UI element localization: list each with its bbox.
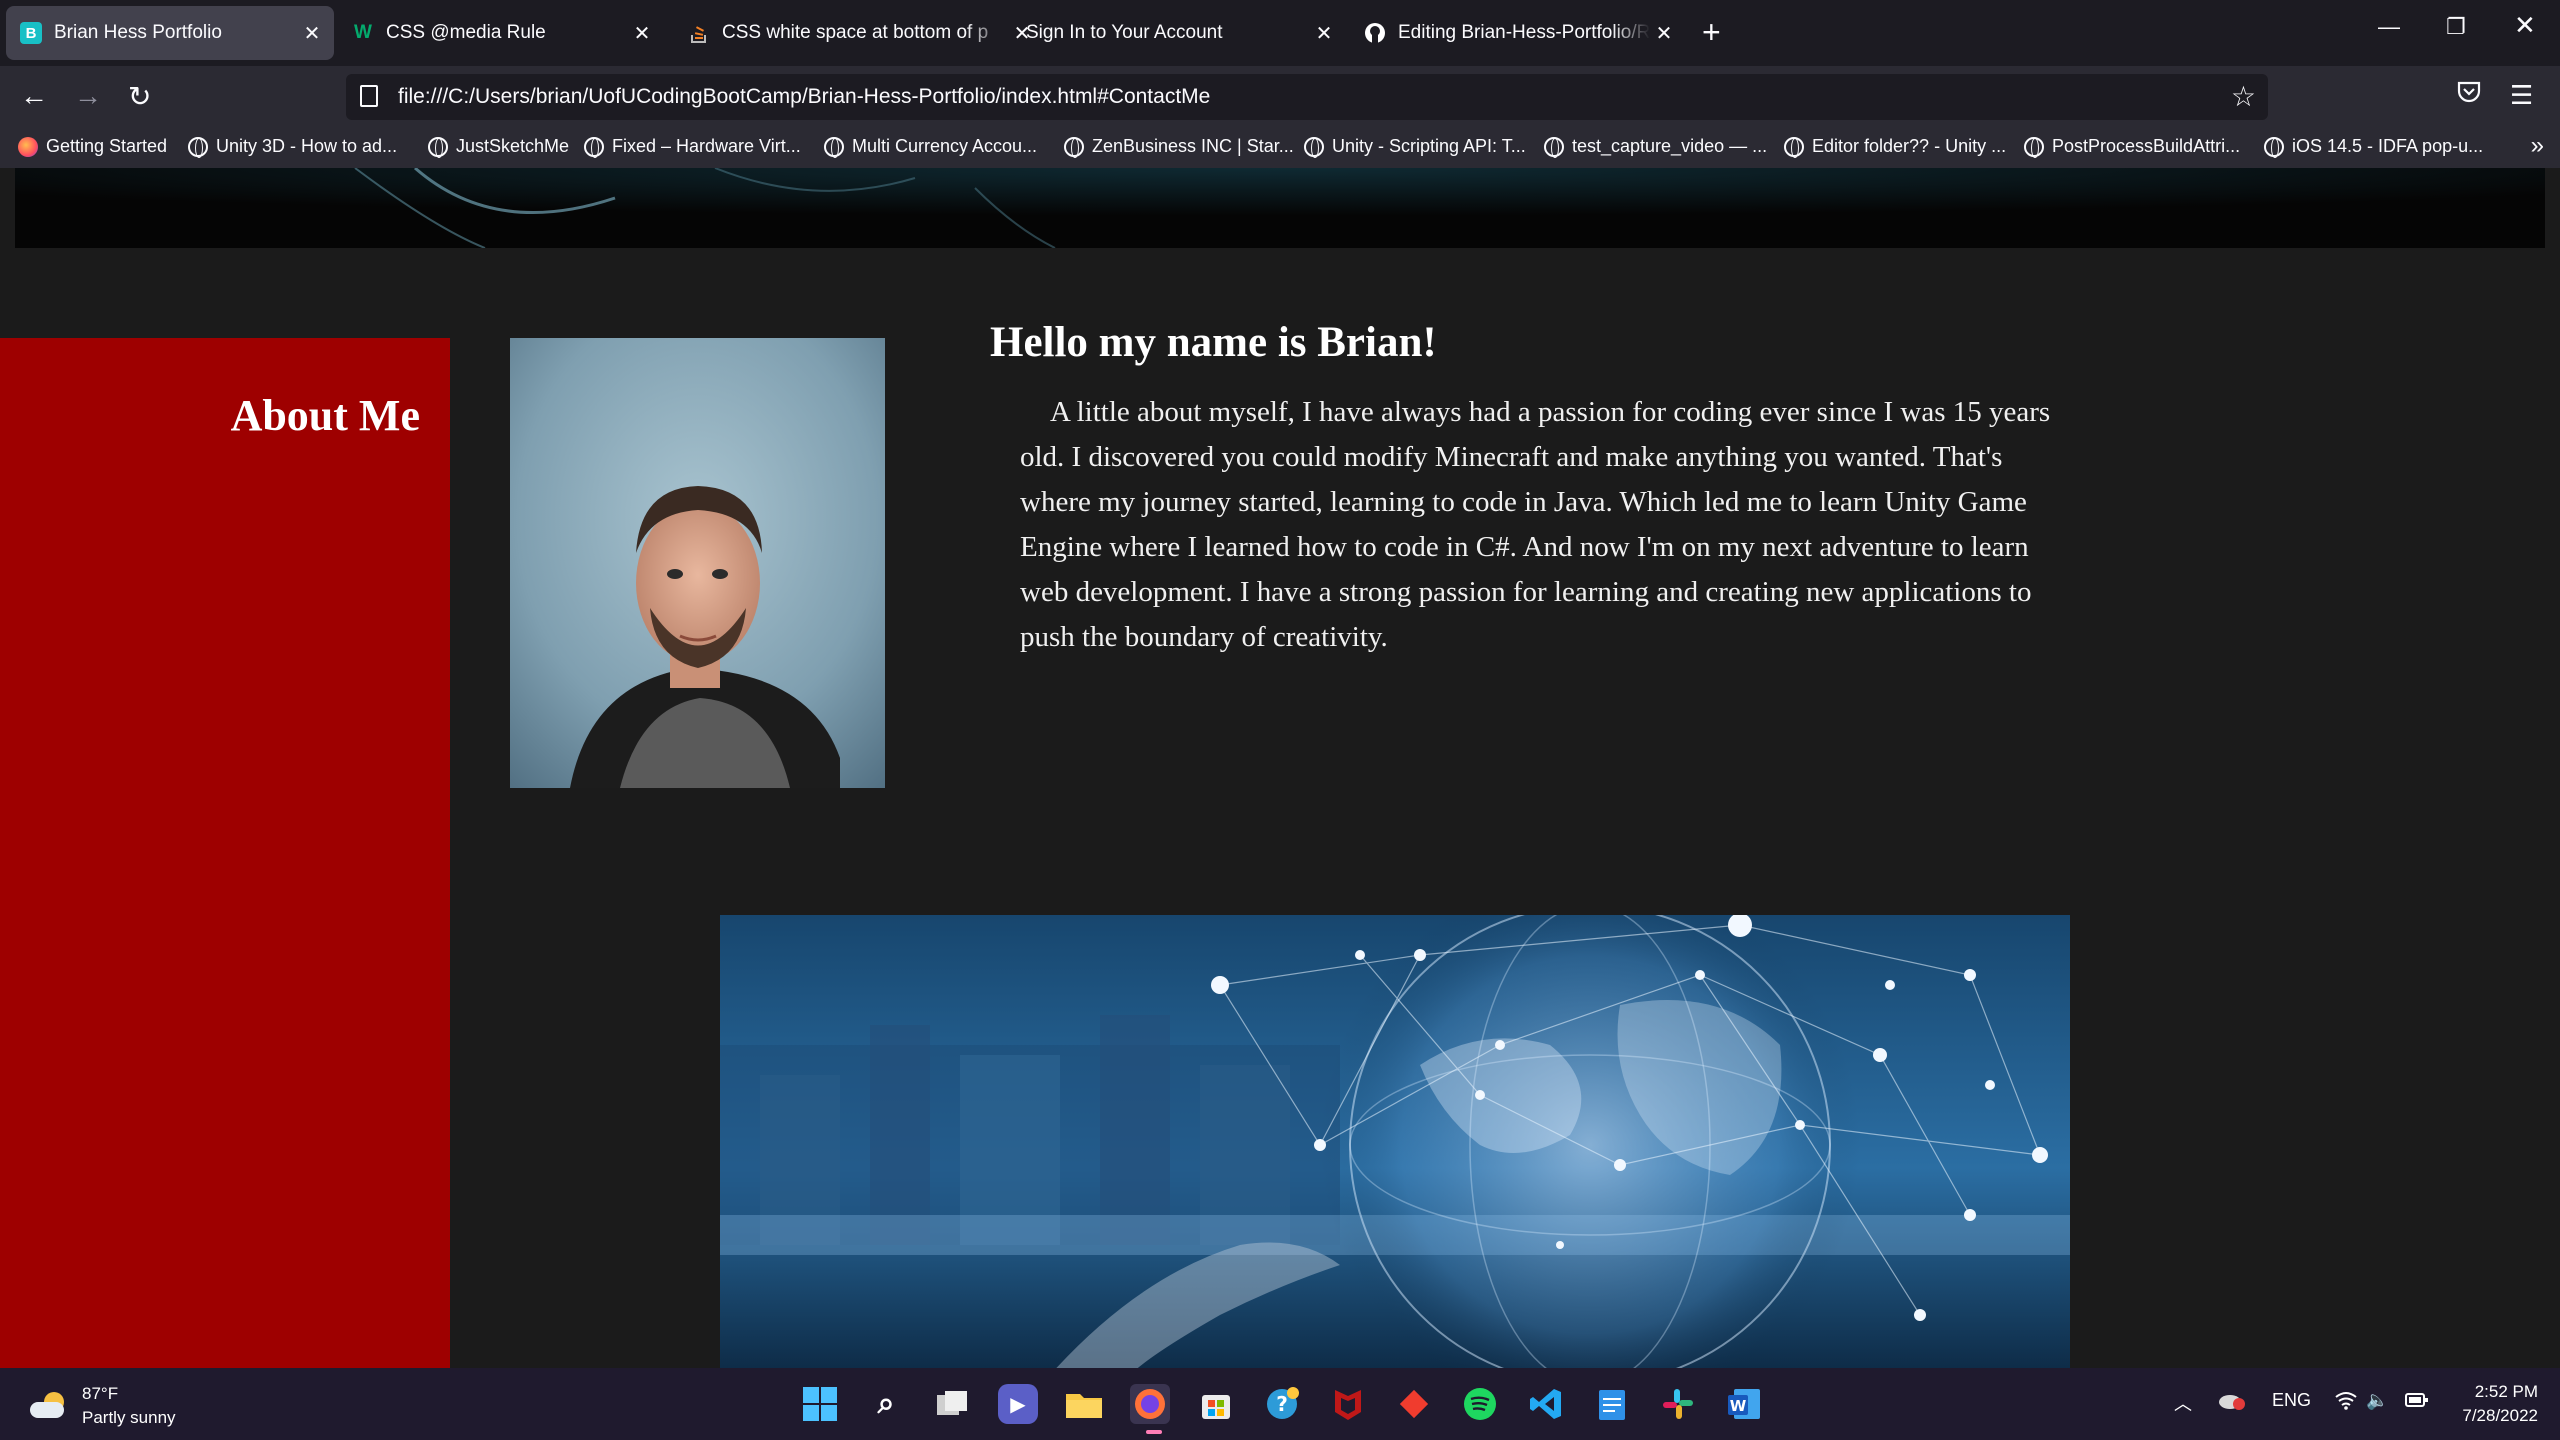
navigation-toolbar: ← → ↻ file:///C:/Users/brian/UofUCodingB… bbox=[0, 66, 2560, 128]
reload-icon[interactable]: ↻ bbox=[128, 80, 151, 113]
globe-icon bbox=[1064, 136, 1084, 158]
tab-title: CSS @media Rule bbox=[386, 22, 546, 43]
bookmark-item[interactable]: Multi Currency Accou... bbox=[824, 136, 1037, 158]
clock-time: 2:52 PM bbox=[2474, 1382, 2538, 1401]
vscode-icon[interactable] bbox=[1526, 1384, 1566, 1424]
windows-taskbar: 87°F Partly sunny ⌕ ▶ ? W ︿ ENG 🔈 2:52 P… bbox=[0, 1368, 2560, 1440]
more-bookmarks-chevron-icon[interactable]: » bbox=[2531, 132, 2544, 160]
minimize-icon[interactable]: — bbox=[2378, 14, 2400, 40]
tab-css-media[interactable]: W CSS @media Rule ✕ bbox=[338, 6, 664, 60]
svg-text:W: W bbox=[1730, 1397, 1747, 1415]
notepad-icon[interactable] bbox=[1592, 1384, 1632, 1424]
language-indicator[interactable]: ENG bbox=[2272, 1390, 2311, 1411]
weather-widget[interactable]: 87°F Partly sunny bbox=[28, 1382, 176, 1430]
page-icon bbox=[360, 85, 378, 107]
tab-github-editing[interactable]: Editing Brian-Hess-Portfolio/RE ✕ bbox=[1350, 6, 1686, 60]
windows-start-icon[interactable] bbox=[800, 1384, 840, 1424]
tab-title: Editing Brian-Hess-Portfolio/RE bbox=[1398, 22, 1650, 43]
about-me-text: A little about myself, I have always had… bbox=[1020, 396, 2051, 653]
close-tab-icon[interactable]: ✕ bbox=[628, 21, 656, 46]
task-view-icon[interactable] bbox=[932, 1384, 972, 1424]
header-banner-image bbox=[15, 168, 2545, 248]
tab-portfolio[interactable]: B Brian Hess Portfolio ✕ bbox=[6, 6, 334, 60]
globe-icon bbox=[2264, 136, 2284, 158]
stack-overflow-icon bbox=[688, 22, 710, 44]
git-diamond-icon[interactable] bbox=[1394, 1384, 1434, 1424]
globe-icon bbox=[1784, 136, 1804, 158]
bookmark-item[interactable]: Fixed – Hardware Virt... bbox=[584, 136, 801, 158]
word-icon[interactable]: W bbox=[1724, 1384, 1764, 1424]
active-app-indicator bbox=[1146, 1430, 1162, 1434]
bookmark-item[interactable]: test_capture_video — ... bbox=[1544, 136, 1767, 158]
globe-network-image bbox=[720, 915, 2070, 1368]
bookmarks-toolbar: Getting Started Unity 3D - How to ad... … bbox=[0, 128, 2560, 168]
tab-sign-in[interactable]: Sign In to Your Account ✕ bbox=[1010, 6, 1346, 60]
page-viewport: About Me Hello my name is Brian! A littl… bbox=[0, 168, 2560, 1368]
pocket-icon[interactable] bbox=[2456, 80, 2482, 111]
tab-title: Sign In to Your Account bbox=[1026, 22, 1223, 43]
globe-icon bbox=[824, 136, 844, 158]
globe-icon bbox=[2024, 136, 2044, 158]
forward-arrow-icon[interactable]: → bbox=[74, 80, 102, 112]
battery-icon[interactable] bbox=[2404, 1390, 2430, 1415]
globe-icon bbox=[1304, 136, 1324, 158]
bookmark-item[interactable]: Editor folder?? - Unity ... bbox=[1784, 136, 2006, 158]
weather-description: Partly sunny bbox=[82, 1408, 176, 1427]
volume-icon[interactable]: 🔈 bbox=[2366, 1390, 2388, 1411]
bookmark-item[interactable]: Unity 3D - How to ad... bbox=[188, 136, 397, 158]
address-bar[interactable]: file:///C:/Users/brian/UofUCodingBootCam… bbox=[346, 74, 2268, 120]
github-icon bbox=[1364, 22, 1386, 44]
tab-strip: B Brian Hess Portfolio ✕ W CSS @media Ru… bbox=[0, 0, 2560, 66]
close-tab-icon[interactable]: ✕ bbox=[1650, 21, 1678, 46]
weather-temperature: 87°F bbox=[82, 1384, 119, 1403]
menu-hamburger-icon[interactable]: ☰ bbox=[2510, 80, 2533, 111]
back-arrow-icon[interactable]: ← bbox=[20, 80, 48, 112]
mcafee-icon[interactable] bbox=[1328, 1384, 1368, 1424]
url-text: file:///C:/Users/brian/UofUCodingBootCam… bbox=[398, 85, 1211, 108]
greeting-heading: Hello my name is Brian! bbox=[990, 319, 1437, 366]
bookmark-item[interactable]: ZenBusiness INC | Star... bbox=[1064, 136, 1294, 158]
close-tab-icon[interactable]: ✕ bbox=[298, 21, 326, 46]
slack-icon[interactable] bbox=[1658, 1384, 1698, 1424]
new-tab-plus-icon[interactable]: + bbox=[1702, 14, 1721, 51]
portfolio-favicon-icon: B bbox=[20, 22, 42, 44]
bookmark-item[interactable]: Unity - Scripting API: T... bbox=[1304, 136, 1526, 158]
wifi-icon[interactable] bbox=[2334, 1390, 2358, 1415]
tab-title: CSS white space at bottom of p bbox=[722, 22, 989, 43]
show-hidden-icons-chevron-icon[interactable]: ︿ bbox=[2174, 1390, 2192, 1416]
globe-icon bbox=[428, 136, 448, 158]
onedrive-error-icon[interactable] bbox=[2218, 1390, 2246, 1415]
update-assistant-icon[interactable]: ? bbox=[1262, 1384, 1302, 1424]
microsoft-store-icon[interactable] bbox=[1196, 1384, 1236, 1424]
file-explorer-icon[interactable] bbox=[1064, 1384, 1104, 1424]
svg-text:?: ? bbox=[1276, 1392, 1288, 1416]
tab-css-whitespace[interactable]: CSS white space at bottom of p ✕ bbox=[674, 6, 1044, 60]
bookmark-item[interactable]: PostProcessBuildAttri... bbox=[2024, 136, 2240, 158]
bookmark-item[interactable]: iOS 14.5 - IDFA pop-u... bbox=[2264, 136, 2483, 158]
about-me-sidebar: About Me bbox=[0, 338, 450, 1368]
spotify-icon[interactable] bbox=[1460, 1384, 1500, 1424]
restore-icon[interactable]: ❐ bbox=[2446, 14, 2466, 40]
bookmark-item[interactable]: JustSketchMe bbox=[428, 136, 569, 158]
w3schools-favicon-icon: W bbox=[354, 22, 372, 43]
partly-sunny-icon bbox=[28, 1392, 68, 1420]
about-me-heading: About Me bbox=[230, 391, 420, 440]
firefox-icon[interactable] bbox=[1130, 1384, 1170, 1424]
search-icon[interactable]: ⌕ bbox=[866, 1384, 906, 1424]
bookmark-star-icon[interactable]: ☆ bbox=[2231, 80, 2256, 113]
teams-chat-icon[interactable]: ▶ bbox=[998, 1384, 1038, 1424]
firefox-icon bbox=[18, 136, 38, 157]
profile-photo bbox=[510, 338, 885, 788]
system-clock[interactable]: 2:52 PM 7/28/2022 bbox=[2462, 1380, 2538, 1428]
globe-icon bbox=[584, 136, 604, 158]
globe-icon bbox=[188, 136, 208, 158]
close-tab-icon[interactable]: ✕ bbox=[1310, 21, 1338, 46]
close-window-icon[interactable]: ✕ bbox=[2514, 10, 2536, 41]
bookmark-getting-started[interactable]: Getting Started bbox=[18, 136, 167, 157]
tab-title: Brian Hess Portfolio bbox=[54, 22, 222, 43]
globe-icon bbox=[1544, 136, 1564, 158]
clock-date: 7/28/2022 bbox=[2462, 1406, 2538, 1425]
